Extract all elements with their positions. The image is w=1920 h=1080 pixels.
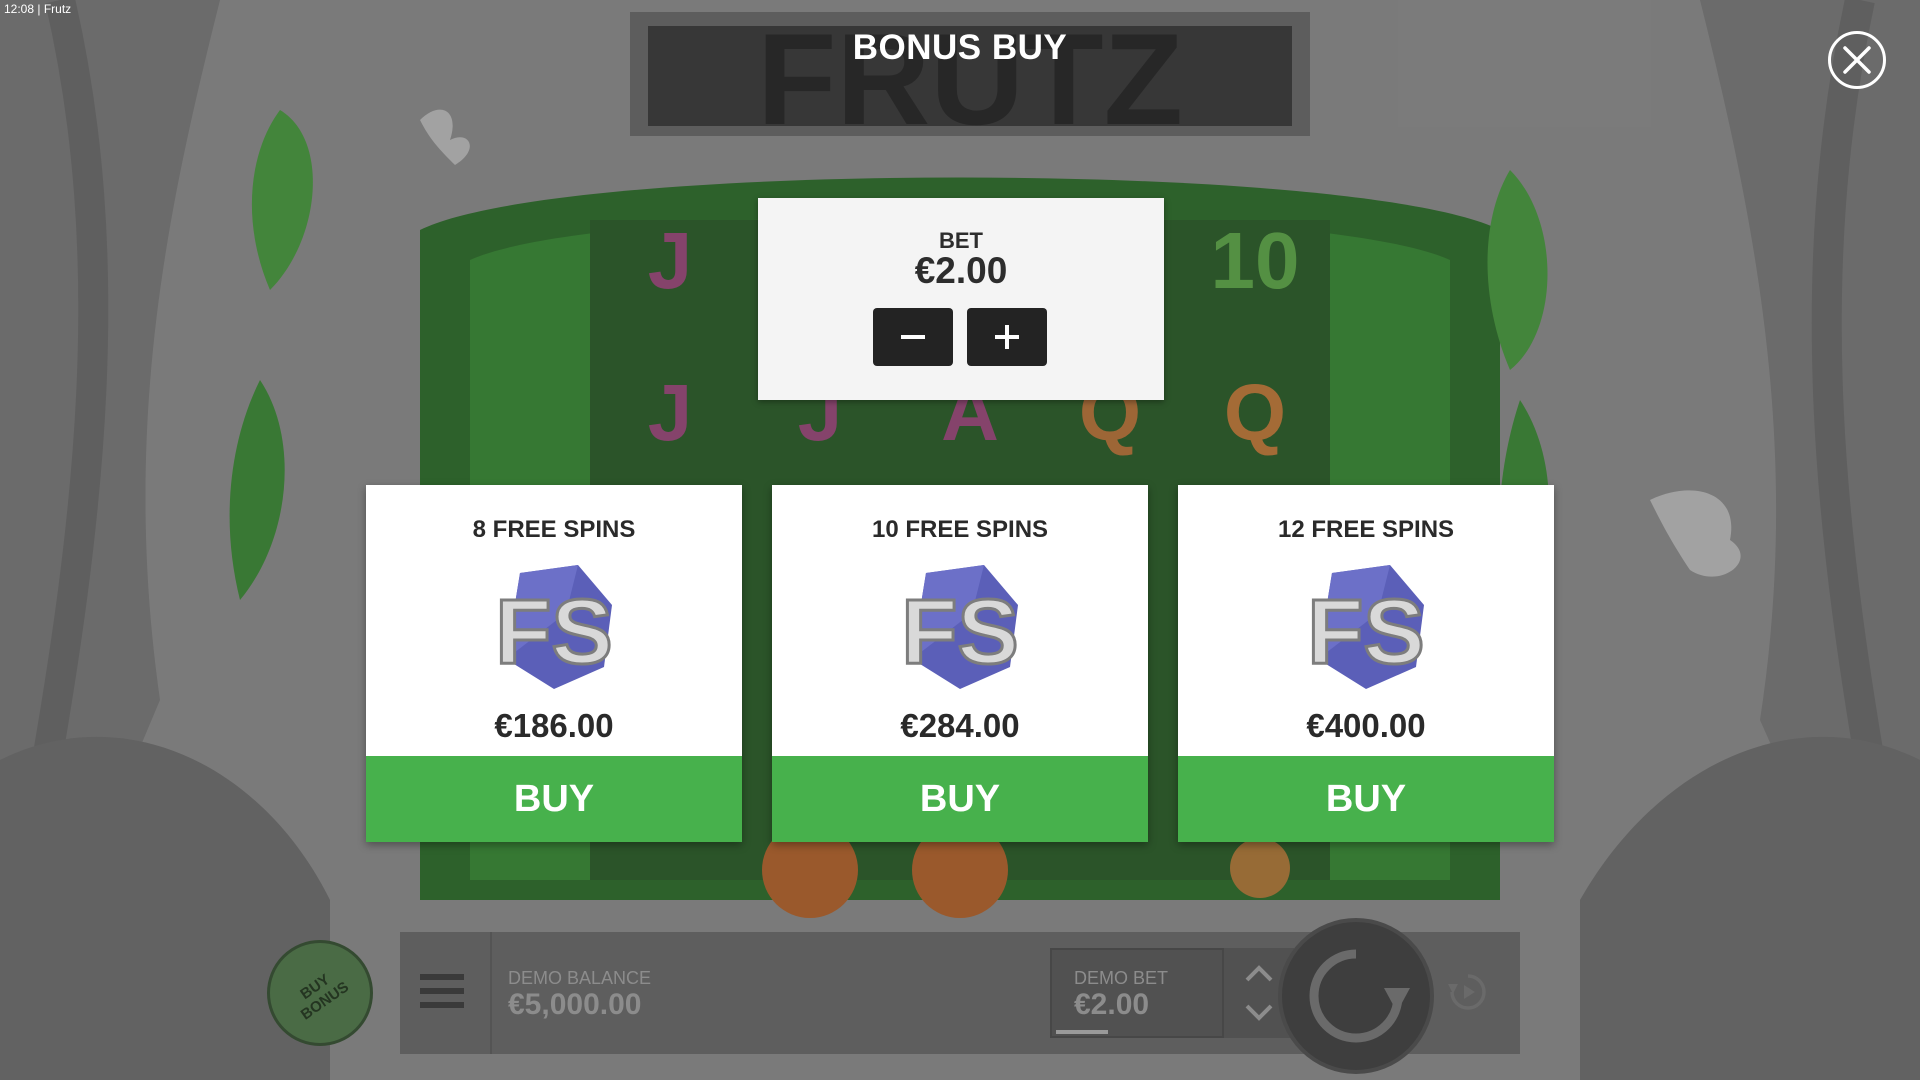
offer-price: €400.00 [1306,707,1426,744]
offer-card-10-spins: 10 FREE SPINS FS €284.00 BUY [772,485,1148,842]
divider [490,932,492,1054]
bet-panel: BET €2.00 [758,198,1164,400]
menu-button[interactable] [420,974,464,1012]
demo-bet-box: DEMO BET €2.00 [1050,948,1224,1038]
hamburger-icon [420,974,464,980]
buy-button-10-spins[interactable]: BUY [772,756,1148,842]
autoplay-icon[interactable] [1446,970,1490,1014]
close-icon [1843,46,1871,74]
dialog-title: BONUS BUY [852,28,1068,67]
close-button[interactable] [1828,31,1886,89]
status-time: 12:08 [4,2,35,16]
increase-bet-button[interactable] [967,308,1047,366]
offer-title: 8 FREE SPINS [472,516,636,543]
demo-bet-label: DEMO BET [1074,968,1169,988]
free-spins-icon-text: FS [901,581,1019,683]
decrease-bet-button[interactable] [873,308,953,366]
buy-button-8-spins[interactable]: BUY [366,756,742,842]
status-app: Frutz [43,2,72,16]
spin-icon [1309,949,1410,1043]
offer-price: €284.00 [900,707,1020,744]
free-spins-icon-text: FS [495,581,613,683]
status-clock: 12:08 | Frutz [4,2,72,16]
offer-card-12-spins: 12 FREE SPINS FS €400.00 BUY [1178,485,1554,842]
plus-icon [995,325,1019,349]
minus-icon [901,335,925,339]
bet-level-indicator [1056,1030,1108,1034]
offer-price: €186.00 [494,707,614,744]
buy-bonus-label: BUY BONUS [297,970,352,1024]
buy-button-12-spins[interactable]: BUY [1178,756,1554,842]
free-spins-icon: FS [494,565,614,689]
buy-bonus-button[interactable]: BUY BONUS [267,940,373,1046]
offer-title: 12 FREE SPINS [1277,516,1455,543]
spin-button[interactable] [1278,918,1434,1074]
demo-bet-value: €2.00 [1074,988,1150,1021]
balance-value: €5,000.00 [508,988,642,1021]
free-spins-icon: FS [1306,565,1426,689]
chevron-up-down-icon [1245,965,1273,1021]
offer-card-8-spins: 8 FREE SPINS FS €186.00 BUY [366,485,742,842]
offer-title: 10 FREE SPINS [871,516,1049,543]
bet-value: €2.00 [914,250,1008,291]
free-spins-icon-text: FS [1307,581,1425,683]
free-spins-icon: FS [900,565,1020,689]
balance-label: DEMO BALANCE [508,968,652,988]
